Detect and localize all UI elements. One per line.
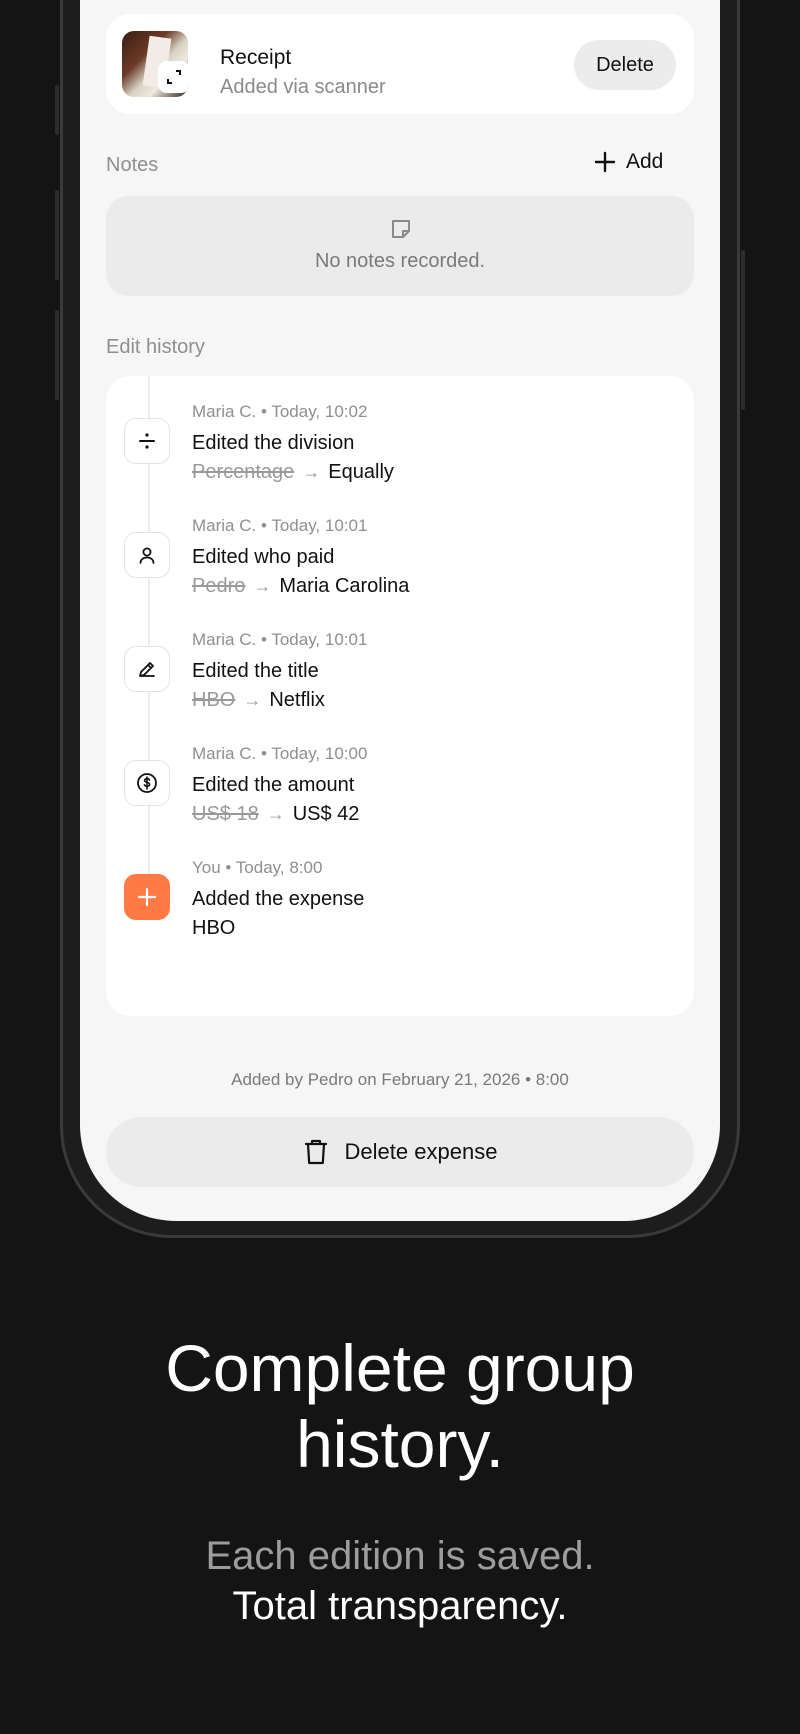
edit-history-label: Edit history bbox=[106, 336, 205, 358]
divide-icon bbox=[124, 418, 170, 464]
history-action: Edited the division bbox=[192, 432, 355, 454]
history-change: HBO → Netflix bbox=[192, 689, 325, 712]
arrow-right-icon: → bbox=[243, 690, 262, 710]
notes-empty-text: No notes recorded. bbox=[314, 250, 486, 272]
old-value: Percentage bbox=[192, 461, 295, 483]
note-icon bbox=[392, 220, 410, 238]
phone-power-button bbox=[741, 250, 745, 410]
phone-volume-down bbox=[55, 310, 59, 400]
plus-icon bbox=[124, 874, 170, 920]
new-value: Equally bbox=[328, 461, 394, 483]
delete-receipt-button[interactable]: Delete bbox=[574, 40, 676, 90]
history-meta: Maria C. • Today, 10:02 bbox=[192, 402, 368, 421]
added-by-note: Added by Pedro on February 21, 2026 • 8:… bbox=[231, 1070, 569, 1089]
history-item: Maria C. • Today, 10:00 Edited the amoun… bbox=[106, 718, 694, 828]
old-value: Pedro bbox=[192, 575, 246, 597]
delete-expense-label: Delete expense bbox=[344, 1139, 498, 1164]
new-value: HBO bbox=[192, 917, 236, 939]
notes-empty-state: No notes recorded. bbox=[106, 196, 694, 296]
pencil-icon bbox=[124, 646, 170, 692]
add-note-label: Add bbox=[626, 150, 664, 173]
new-value: US$ 42 bbox=[292, 803, 360, 825]
expand-icon[interactable] bbox=[158, 61, 188, 93]
old-value: US$ 18 bbox=[192, 803, 259, 825]
old-value: HBO bbox=[192, 689, 236, 711]
arrow-right-icon: → bbox=[253, 576, 272, 596]
edit-history-card: Maria C. • Today, 10:02 Edited the divis… bbox=[106, 376, 694, 1016]
headline-line: history. bbox=[296, 1407, 504, 1481]
history-action: Edited the title bbox=[192, 660, 319, 682]
history-item: Maria C. • Today, 10:01 Edited the title… bbox=[106, 604, 694, 714]
add-note-button[interactable]: Add bbox=[594, 150, 663, 174]
history-item: Maria C. • Today, 10:02 Edited the divis… bbox=[106, 376, 694, 486]
history-meta: Maria C. • Today, 10:01 bbox=[192, 630, 368, 649]
headline-line: Complete group bbox=[165, 1331, 635, 1405]
history-meta: Maria C. • Today, 10:00 bbox=[192, 744, 368, 763]
history-meta: Maria C. • Today, 10:01 bbox=[192, 516, 368, 535]
history-action: Added the expense bbox=[192, 888, 365, 910]
new-value: Maria Carolina bbox=[279, 575, 410, 597]
user-icon bbox=[124, 532, 170, 578]
receipt-card: Receipt Added via scanner Delete bbox=[106, 14, 694, 114]
receipt-thumbnail[interactable] bbox=[122, 31, 188, 97]
notes-label: Notes bbox=[106, 154, 159, 176]
arrow-right-icon: → bbox=[266, 804, 285, 824]
history-action: Edited the amount bbox=[192, 774, 355, 796]
app-screen: Receipt Added via scanner Delete Notes A… bbox=[80, 0, 720, 1221]
history-change: Pedro → Maria Carolina bbox=[192, 575, 409, 598]
history-item: Maria C. • Today, 10:01 Edited who paid … bbox=[106, 490, 694, 600]
history-change: HBO bbox=[192, 917, 235, 940]
marketing-headline: Complete group history. bbox=[0, 1330, 800, 1482]
history-change: Percentage → Equally bbox=[192, 461, 394, 484]
plus-icon bbox=[594, 151, 616, 173]
history-change: US$ 18 → US$ 42 bbox=[192, 803, 359, 826]
dollar-circle-icon bbox=[124, 760, 170, 806]
trash-icon bbox=[304, 1139, 327, 1165]
phone-volume-up bbox=[55, 190, 59, 280]
receipt-title: Receipt bbox=[220, 46, 292, 69]
new-value: Netflix bbox=[269, 689, 325, 711]
history-meta: You • Today, 8:00 bbox=[192, 858, 323, 877]
receipt-subtitle: Added via scanner bbox=[220, 76, 386, 98]
phone-side-button bbox=[55, 85, 59, 135]
marketing-subtitle-1: Each edition is saved. bbox=[205, 1534, 595, 1578]
delete-expense-button[interactable]: Delete expense bbox=[106, 1117, 694, 1187]
arrow-right-icon: → bbox=[302, 462, 321, 482]
history-item: You • Today, 8:00 Added the expense HBO bbox=[106, 832, 694, 942]
history-action: Edited who paid bbox=[192, 546, 335, 568]
marketing-subtitle-2: Total transparency. bbox=[232, 1584, 568, 1628]
